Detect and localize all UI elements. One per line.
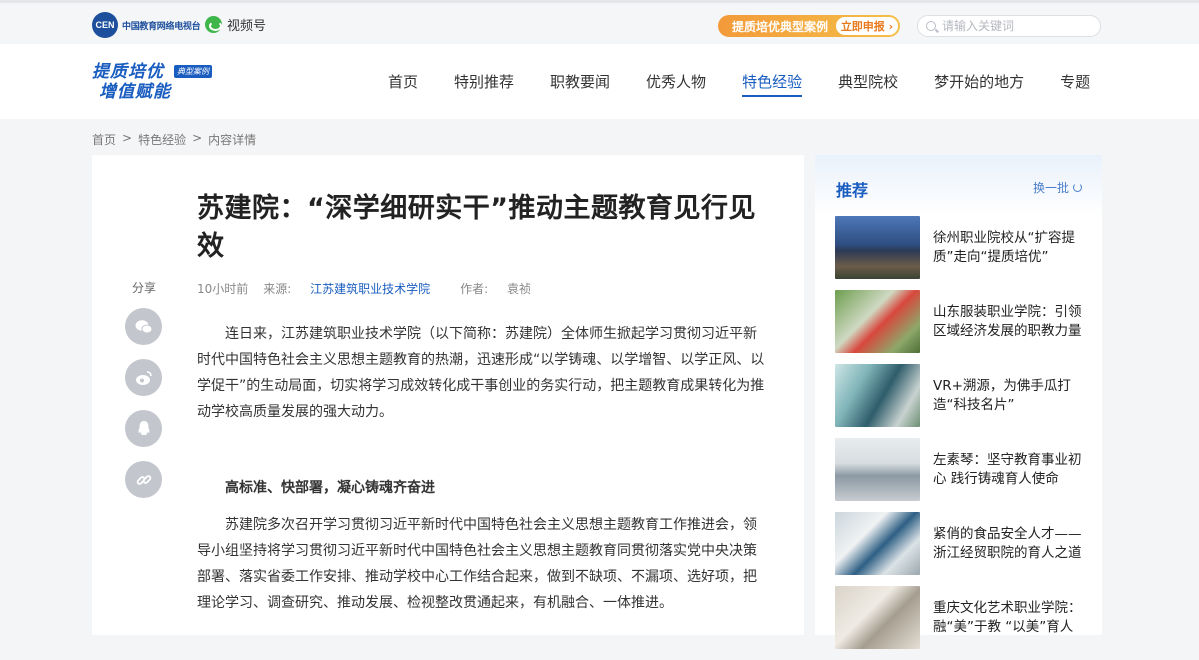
recommend-thumbnail[interactable]: [835, 586, 920, 649]
recommend-thumbnail[interactable]: [835, 216, 920, 279]
source-info: 来源: 江苏建筑职业技术学院: [263, 280, 445, 297]
wechat-channel-icon: [205, 16, 222, 33]
nav-item-topics[interactable]: 专题: [1060, 71, 1090, 97]
article-body: 连日来，江苏建筑职业技术学院（以下简称：苏建院）全体师生掀起学习贯彻习近平新时代…: [197, 321, 767, 616]
recommend-title[interactable]: 重庆文化艺术职业学院：融“美”于教 “以美”育人: [933, 599, 1085, 637]
recommend-title[interactable]: 左素琴：坚守教育事业初心 践行铸魂育人使命: [933, 451, 1085, 489]
weibo-icon: [135, 370, 152, 385]
author-label: 作者:: [460, 282, 489, 296]
recommend-item[interactable]: 山东服装职业学院：引领区域经济发展的职教力量: [835, 290, 1085, 353]
search-icon[interactable]: [926, 21, 936, 31]
source-label: 来源:: [263, 282, 292, 296]
article-meta: 10小时前 来源: 江苏建筑职业技术学院 作者: 袁祯: [197, 280, 561, 297]
top-bar: CEN 中国教育网络电视台 视频号 提质培优典型案例 立即申报 ›: [0, 0, 1199, 44]
recommend-item[interactable]: 左素琴：坚守教育事业初心 践行铸魂育人使命: [835, 438, 1085, 501]
share-weibo-button[interactable]: [125, 359, 162, 396]
recommend-title[interactable]: 山东服装职业学院：引领区域经济发展的职教力量: [933, 303, 1085, 341]
recommend-item[interactable]: 徐州职业院校从“扩容提质”走向“提质培优”: [835, 216, 1085, 279]
breadcrumb-section[interactable]: 特色经验: [138, 131, 186, 148]
wechat-icon: [135, 319, 152, 333]
search-box: [917, 15, 1101, 37]
source-link[interactable]: 江苏建筑职业技术学院: [310, 282, 430, 296]
recommend-thumbnail[interactable]: [835, 512, 920, 575]
cen-logo-text: 中国教育网络电视台: [122, 21, 201, 32]
nav-item-home[interactable]: 首页: [388, 71, 418, 97]
recommend-item[interactable]: 重庆文化艺术职业学院：融“美”于教 “以美”育人: [835, 586, 1085, 649]
breadcrumb-separator: >: [192, 131, 203, 145]
nav-item-dreams[interactable]: 梦开始的地方: [934, 71, 1024, 97]
recommend-thumbnail[interactable]: [835, 438, 920, 501]
recommend-title[interactable]: VR+溯源，为佛手瓜打造“科技名片”: [933, 377, 1085, 415]
recommend-thumbnail[interactable]: [835, 364, 920, 427]
article-paragraph: 连日来，江苏建筑职业技术学院（以下简称：苏建院）全体师生掀起学习贯彻习近平新时代…: [197, 326, 765, 420]
refresh-icon: [1073, 183, 1082, 192]
search-input[interactable]: [942, 19, 1092, 33]
nav-item-news[interactable]: 职教要闻: [550, 71, 610, 97]
recommend-item[interactable]: VR+溯源，为佛手瓜打造“科技名片”: [835, 364, 1085, 427]
recommend-thumbnail[interactable]: [835, 290, 920, 353]
article-panel: 分享 苏建院：“深学细研实干”推动主题教育见行见效 10小时前 来源: 江苏建筑…: [92, 155, 804, 635]
author-info: 作者: 袁祯: [460, 280, 546, 297]
share-bar: 分享: [125, 279, 163, 512]
video-channel-label: 视频号: [227, 19, 267, 34]
cen-logo[interactable]: CEN 中国教育网络电视台: [92, 12, 201, 38]
breadcrumb: 首页 > 特色经验 > 内容详情: [92, 131, 262, 148]
apply-now-button[interactable]: 立即申报 ›: [836, 17, 898, 35]
recommend-sidebar: 推荐 换一批 徐州职业院校从“扩容提质”走向“提质培优” 山东服装职业学院：引领…: [815, 155, 1102, 649]
publish-time: 10小时前: [197, 282, 249, 296]
nav-item-experience[interactable]: 特色经验: [742, 71, 803, 97]
refresh-button[interactable]: 换一批: [1033, 179, 1082, 196]
nav-item-people[interactable]: 优秀人物: [646, 71, 706, 97]
brand-line-2: 增值赋能: [99, 82, 171, 102]
breadcrumb-separator: >: [122, 131, 133, 145]
share-label: 分享: [131, 281, 156, 295]
recommend-title[interactable]: 紧俏的食品安全人才——浙江经贸职院的育人之道: [933, 525, 1085, 563]
cen-logo-mark: CEN: [92, 12, 118, 38]
promo-text: 提质培优典型案例: [732, 19, 829, 34]
main-nav: 首页 特别推荐 职教要闻 优秀人物 特色经验 典型院校 梦开始的地方 专题: [388, 71, 1126, 97]
site-header: 提质培优 增值赋能 典型案例 首页 特别推荐 职教要闻 优秀人物 特色经验 典型…: [0, 44, 1199, 119]
share-wechat-button[interactable]: [125, 308, 162, 345]
article-subheading: 高标准、快部署，凝心铸魂齐奋进: [225, 480, 435, 496]
recommend-title[interactable]: 徐州职业院校从“扩容提质”走向“提质培优”: [933, 229, 1085, 267]
article-title: 苏建院：“深学细研实干”推动主题教育见行见效: [197, 193, 756, 262]
breadcrumb-current: 内容详情: [208, 133, 257, 147]
promo-banner[interactable]: 提质培优典型案例 立即申报 ›: [718, 15, 900, 37]
recommend-heading: 推荐: [836, 181, 869, 200]
refresh-label: 换一批: [1032, 181, 1069, 195]
copy-link-button[interactable]: [125, 461, 162, 498]
brand-tag: 典型案例: [174, 65, 212, 78]
link-icon: [136, 474, 151, 485]
brand-logo[interactable]: 提质培优 增值赋能 典型案例: [92, 62, 214, 104]
recommend-list: 徐州职业院校从“扩容提质”走向“提质培优” 山东服装职业学院：引领区域经济发展的…: [835, 216, 1085, 660]
recommend-item[interactable]: 紧俏的食品安全人才——浙江经贸职院的育人之道: [835, 512, 1085, 575]
breadcrumb-home[interactable]: 首页: [92, 131, 116, 148]
video-channel-link[interactable]: 视频号: [205, 15, 266, 34]
nav-item-schools[interactable]: 典型院校: [838, 71, 898, 97]
qq-icon: [137, 420, 150, 435]
nav-item-featured[interactable]: 特别推荐: [454, 71, 514, 97]
article-paragraph: 苏建院多次召开学习贯彻习近平新时代中国特色社会主义思想主题教育工作推进会，领导小…: [197, 517, 757, 611]
author-name: 袁祯: [507, 282, 532, 296]
share-qq-button[interactable]: [125, 410, 162, 447]
